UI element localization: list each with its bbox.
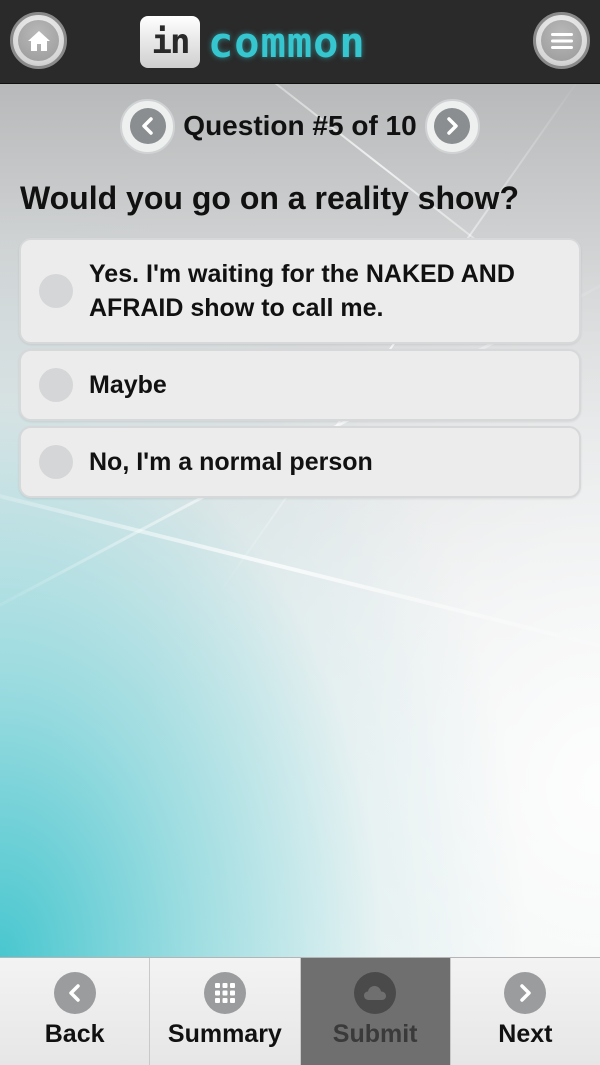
answer-option-yes[interactable]: Yes. I'm waiting for the NAKED AND AFRAI… [19,238,581,344]
tab-label: Next [498,1020,553,1048]
chevron-left-icon [142,117,153,135]
tab-next[interactable]: Next [450,958,600,1065]
tab-label: Summary [167,1020,282,1048]
logo-text: common [208,17,366,67]
radio-button[interactable] [39,274,73,308]
next-question-button[interactable] [424,98,480,154]
question-text: Would you go on a reality show? [20,180,519,216]
question-navigation: Question #5 of 10 [0,98,600,154]
grid-icon [203,972,246,1014]
question-counter: Question #5 of 10 [183,110,417,141]
chevron-right-icon [504,972,547,1014]
answer-option-maybe[interactable]: Maybe [19,349,581,421]
answer-option-label: No, I'm a normal person [89,448,373,476]
tab-submit[interactable]: Submit [300,958,451,1065]
tab-label: Back [44,1020,105,1048]
answer-option-label: Maybe [89,371,167,399]
tab-label: Submit [332,1020,418,1048]
answer-option-no[interactable]: No, I'm a normal person [19,426,581,498]
logo-box: in [140,16,200,68]
home-icon [27,30,50,51]
chevron-left-icon [53,972,96,1014]
app-header: in common [0,0,600,84]
cloud-icon [354,972,397,1014]
chevron-right-icon [447,117,458,135]
previous-question-button[interactable] [120,98,176,154]
hamburger-menu-icon [550,32,573,49]
tab-back[interactable]: Back [0,958,151,1065]
answer-option-label: Yes. I'm waiting for the NAKED AND AFRAI… [89,260,515,322]
radio-button[interactable] [39,368,73,402]
bottom-tab-bar: Back Summary Submit Next [0,957,600,1065]
radio-button[interactable] [39,445,73,479]
answer-options: Yes. I'm waiting for the NAKED AND AFRAI… [19,238,581,503]
home-button[interactable] [10,12,67,69]
menu-button[interactable] [533,12,590,69]
tab-summary[interactable]: Summary [150,958,301,1065]
app-logo: in common [140,16,460,68]
